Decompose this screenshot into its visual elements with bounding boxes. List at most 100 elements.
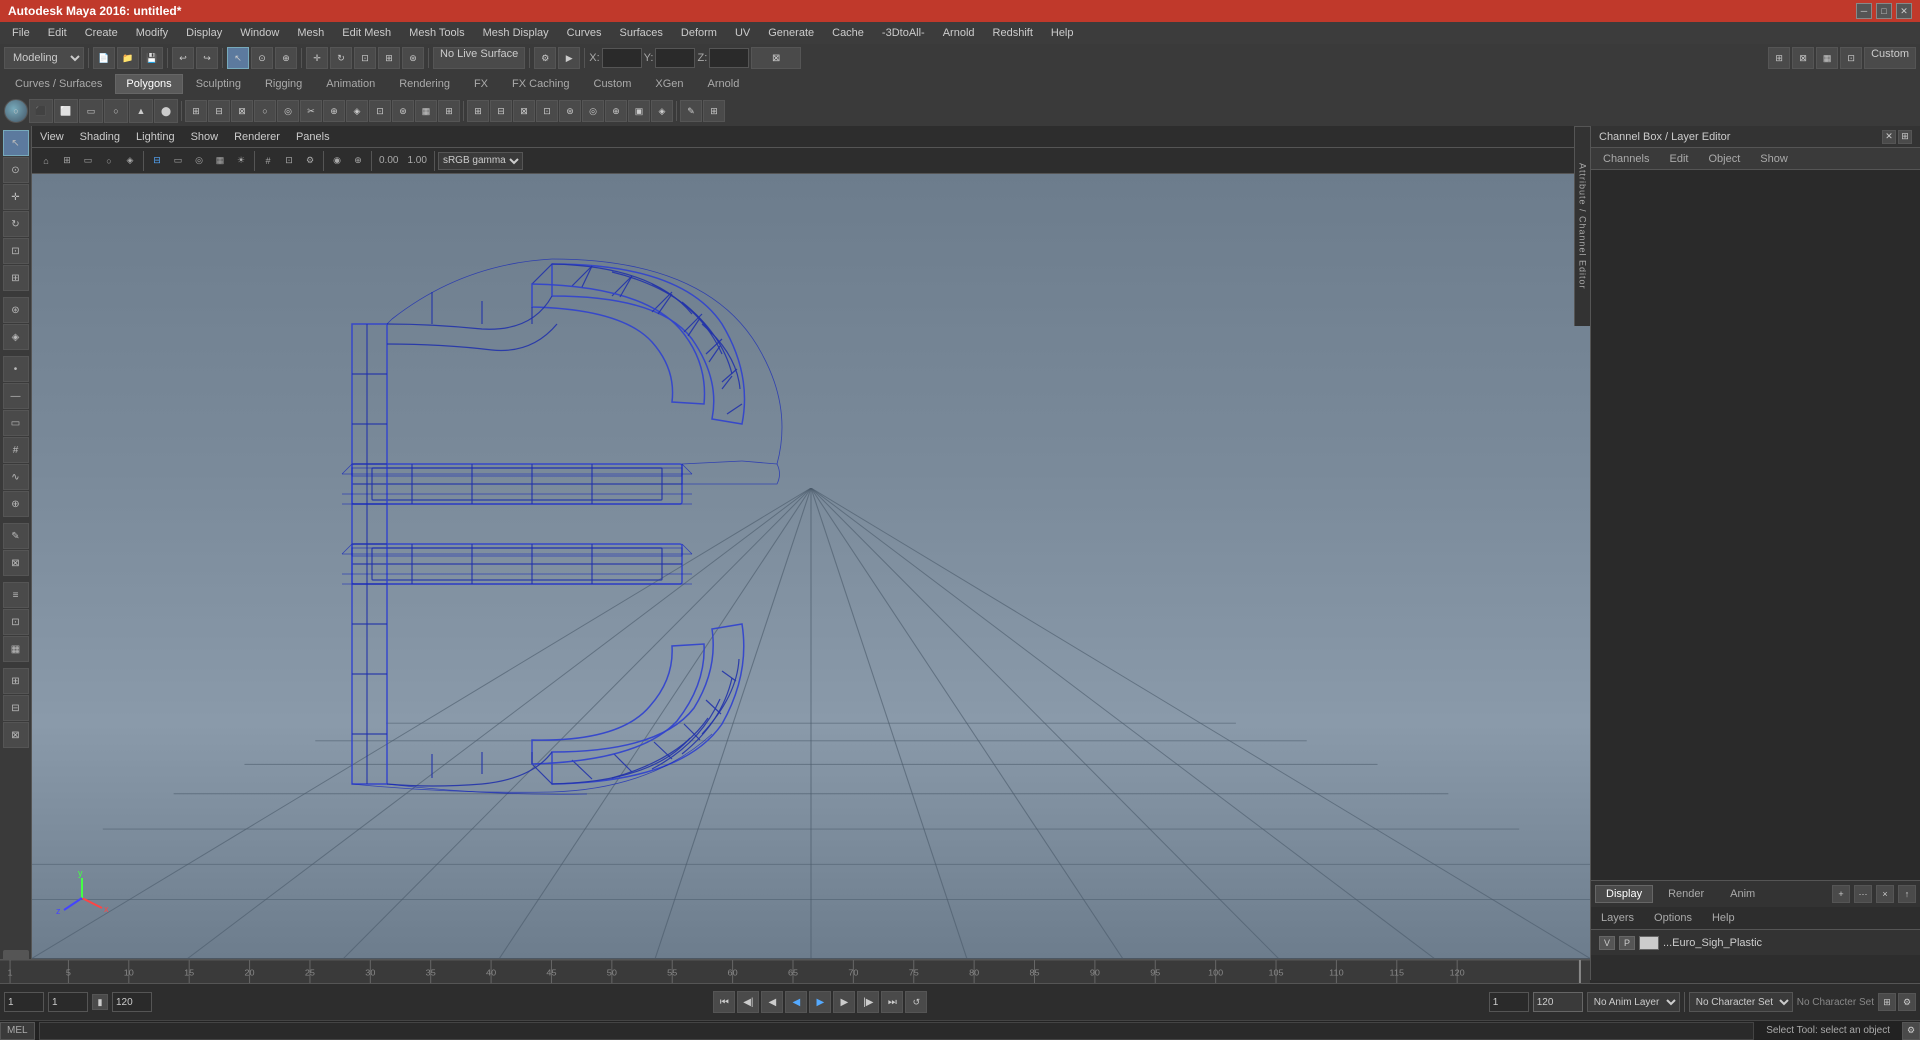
- anim-layer-select[interactable]: No Anim Layer: [1587, 992, 1680, 1012]
- menu-cache[interactable]: Cache: [824, 25, 872, 41]
- poly-cyl-button[interactable]: ⬜: [54, 99, 78, 123]
- grid-snap-side-button[interactable]: #: [3, 437, 29, 463]
- render-button[interactable]: ▶: [558, 47, 580, 69]
- poly-bool-button[interactable]: ⊠: [513, 100, 535, 122]
- poly-bridge-button[interactable]: ⊟: [208, 100, 230, 122]
- save-file-button[interactable]: 💾: [141, 47, 163, 69]
- disp-tab-anim[interactable]: Anim: [1719, 885, 1766, 903]
- x-coord-input[interactable]: [602, 48, 642, 68]
- camera-frame-button[interactable]: ▭: [78, 151, 98, 171]
- poly-multi-cut-button[interactable]: ⊕: [323, 100, 345, 122]
- attribute-editor-side-tab[interactable]: Attribute / Channel Editor: [1574, 126, 1590, 326]
- cb-tab-object[interactable]: Object: [1700, 151, 1748, 167]
- menu-file[interactable]: File: [4, 25, 38, 41]
- surface-snap-side-button[interactable]: ⊕: [3, 491, 29, 517]
- grid-toggle-button[interactable]: #: [258, 151, 278, 171]
- layer-v-button[interactable]: V: [1599, 936, 1615, 950]
- poly-plane-button[interactable]: ▭: [79, 99, 103, 123]
- disp-sub-options[interactable]: Options: [1648, 911, 1698, 925]
- tab-arnold[interactable]: Arnold: [697, 74, 751, 94]
- current-frame-input[interactable]: [48, 992, 88, 1012]
- range-start-input[interactable]: [4, 992, 44, 1012]
- poly-conform-button[interactable]: ▣: [628, 100, 650, 122]
- next-frame-button[interactable]: ▶: [833, 991, 855, 1013]
- tab-xgen[interactable]: XGen: [644, 74, 694, 94]
- vertex-snap-side-button[interactable]: •: [3, 356, 29, 382]
- display-layer-side-button[interactable]: ⊡: [3, 609, 29, 635]
- poly-extrude-button[interactable]: ⊞: [185, 100, 207, 122]
- scale-tool-button[interactable]: ⊡: [354, 47, 376, 69]
- disp-sub-help[interactable]: Help: [1706, 911, 1741, 925]
- viewport-canvas[interactable]: .grid-line { stroke: #4a5a6a; stroke-wid…: [32, 174, 1590, 958]
- camera-isolate-button[interactable]: ◈: [120, 151, 140, 171]
- status-settings-button[interactable]: ⚙: [1902, 1022, 1920, 1040]
- undo-button[interactable]: ↩: [172, 47, 194, 69]
- transform-btn-2[interactable]: ⊟: [3, 695, 29, 721]
- snap-button[interactable]: ⊠: [751, 47, 801, 69]
- poly-combine-button[interactable]: ⊞: [467, 100, 489, 122]
- vp-menu-show[interactable]: Show: [187, 131, 223, 143]
- menu-mesh[interactable]: Mesh: [289, 25, 332, 41]
- cb-tab-channels[interactable]: Channels: [1595, 151, 1657, 167]
- script-input[interactable]: [39, 1022, 1755, 1040]
- face-snap-side-button[interactable]: ▭: [3, 410, 29, 436]
- poly-cube-button[interactable]: ⬛: [29, 99, 53, 123]
- next-keyframe-button[interactable]: |▶: [857, 991, 879, 1013]
- render-layer-side-button[interactable]: ▦: [3, 636, 29, 662]
- tab-animation[interactable]: Animation: [315, 74, 386, 94]
- tab-rigging[interactable]: Rigging: [254, 74, 313, 94]
- menu-edit[interactable]: Edit: [40, 25, 75, 41]
- universal-side-button[interactable]: ⊞: [3, 265, 29, 291]
- close-button[interactable]: ✕: [1896, 3, 1912, 19]
- sculpt-tool-side-button[interactable]: ⊠: [3, 550, 29, 576]
- layer-color-button[interactable]: [1639, 936, 1659, 950]
- icon-set-3[interactable]: ▦: [1816, 47, 1838, 69]
- menu-surfaces[interactable]: Surfaces: [611, 25, 670, 41]
- vp-menu-panels[interactable]: Panels: [292, 131, 334, 143]
- paint-select-button[interactable]: ⊕: [275, 47, 297, 69]
- menu-edit-mesh[interactable]: Edit Mesh: [334, 25, 399, 41]
- menu-create[interactable]: Create: [77, 25, 126, 41]
- new-scene-button[interactable]: 📄: [93, 47, 115, 69]
- menu-window[interactable]: Window: [232, 25, 287, 41]
- play-forward-button[interactable]: ▶: [809, 991, 831, 1013]
- poly-weld-button[interactable]: ⊞: [438, 100, 460, 122]
- y-coord-input[interactable]: [655, 48, 695, 68]
- tab-fx-caching[interactable]: FX Caching: [501, 74, 580, 94]
- menu-mesh-display[interactable]: Mesh Display: [475, 25, 557, 41]
- timeline-ruler[interactable]: 1 5 10 15 20 25 30 35 40 45 50 55: [0, 960, 1590, 983]
- disp-tab-render[interactable]: Render: [1657, 885, 1715, 903]
- menu-curves[interactable]: Curves: [559, 25, 610, 41]
- curve-snap-side-button[interactable]: ∿: [3, 464, 29, 490]
- poly-smooth-button[interactable]: ⊛: [559, 100, 581, 122]
- poly-retopo-button[interactable]: ◈: [651, 100, 673, 122]
- transparency-button[interactable]: ⊕: [348, 151, 368, 171]
- poly-mirror-button[interactable]: ⊡: [536, 100, 558, 122]
- textured-button[interactable]: ▦: [210, 151, 230, 171]
- redo-button[interactable]: ↪: [196, 47, 218, 69]
- icon-set-2[interactable]: ⊠: [1792, 47, 1814, 69]
- poly-disk-button[interactable]: ⬤: [154, 99, 178, 123]
- panel-float-button[interactable]: ⊞: [1898, 130, 1912, 144]
- lighting-button[interactable]: ☀: [231, 151, 251, 171]
- poly-transfer-button[interactable]: ⊕: [605, 100, 627, 122]
- icon-set-4[interactable]: ⊡: [1840, 47, 1862, 69]
- select-tool-button[interactable]: ↖: [227, 47, 249, 69]
- playback-start-input[interactable]: [1489, 992, 1529, 1012]
- menu-generate[interactable]: Generate: [760, 25, 822, 41]
- layer-add-button[interactable]: +: [1832, 885, 1850, 903]
- panel-close-button[interactable]: ✕: [1882, 130, 1896, 144]
- rotate-side-button[interactable]: ↻: [3, 211, 29, 237]
- gamma-select[interactable]: sRGB gamma: [438, 152, 523, 170]
- poly-sphere-button[interactable]: ○: [4, 99, 28, 123]
- camera-home-button[interactable]: ⌂: [36, 151, 56, 171]
- move-side-button[interactable]: ✛: [3, 184, 29, 210]
- layer-float-button[interactable]: ↑: [1898, 885, 1916, 903]
- menu-help[interactable]: Help: [1043, 25, 1082, 41]
- layer-p-button[interactable]: P: [1619, 936, 1635, 950]
- universal-manip-button[interactable]: ⊞: [378, 47, 400, 69]
- camera-attr-button[interactable]: ⚙: [300, 151, 320, 171]
- maximize-button[interactable]: □: [1876, 3, 1892, 19]
- poly-fill-hole-button[interactable]: ⊡: [369, 100, 391, 122]
- poly-avg-verts-button[interactable]: ◎: [582, 100, 604, 122]
